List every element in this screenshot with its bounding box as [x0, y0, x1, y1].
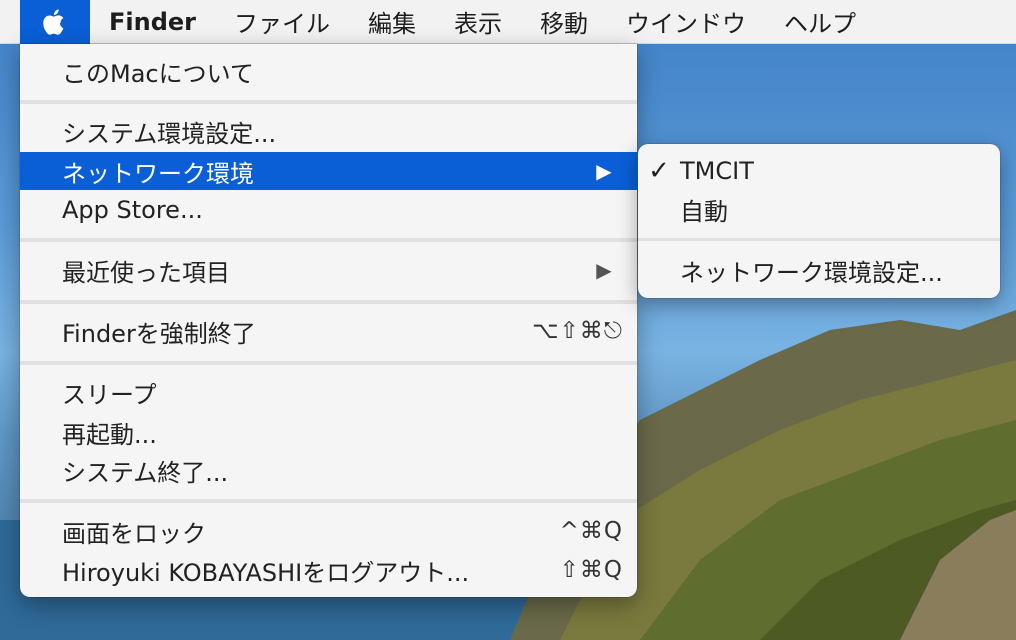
menu-go[interactable]: 移動 [521, 0, 607, 44]
menu-item-label: システム終了... [62, 458, 229, 487]
apple-icon [43, 9, 64, 35]
menu-separator [20, 499, 637, 503]
submenu-arrow-icon: ▶ [596, 258, 612, 282]
submenu-item-label: TMCIT [680, 157, 754, 185]
menu-item-log-out[interactable]: Hiroyuki KOBAYASHIをログアウト... ⇧⌘Q [20, 551, 637, 589]
menu-item-label: 画面をロック [62, 519, 206, 548]
menu-item-label: Hiroyuki KOBAYASHIをログアウト... [62, 558, 470, 587]
menu-item-about-this-mac[interactable]: このMacについて [20, 52, 637, 90]
menu-item-label: システム環境設定... [62, 119, 277, 148]
checkmark-icon: ✓ [648, 156, 670, 186]
apple-menu-dropdown: このMacについて システム環境設定... ネットワーク環境 ▶ App Sto… [20, 44, 637, 597]
menu-separator [20, 361, 637, 365]
menu-separator [20, 238, 637, 242]
menu-separator [638, 238, 1000, 241]
menu-file[interactable]: ファイル [215, 0, 349, 44]
menu-item-label: このMacについて [62, 59, 254, 88]
submenu-item-tmcit[interactable]: ✓ TMCIT [638, 152, 1000, 190]
submenu-item-label: ネットワーク環境設定... [680, 258, 943, 287]
menu-window[interactable]: ウインドウ [607, 0, 765, 44]
menu-item-label: ネットワーク環境 [62, 159, 254, 188]
menu-item-app-store[interactable]: App Store... [20, 191, 637, 229]
menu-finder[interactable]: Finder [90, 0, 215, 44]
menu-item-label: Finderを強制終了 [62, 319, 256, 348]
menu-help[interactable]: ヘルプ [765, 0, 875, 44]
keyboard-shortcut: ⌥⇧⌘⎋ [532, 318, 623, 344]
menu-separator [20, 100, 637, 104]
keyboard-shortcut: ⇧⌘Q [559, 557, 623, 583]
menu-item-restart[interactable]: 再起動... [20, 413, 637, 451]
submenu-item-label: 自動 [680, 197, 728, 226]
menu-item-label: スリープ [62, 380, 157, 409]
menu-item-label: 最近使った項目 [62, 258, 230, 287]
menu-edit[interactable]: 編集 [349, 0, 435, 44]
menu-view[interactable]: 表示 [435, 0, 521, 44]
menu-item-label: App Store... [62, 196, 203, 224]
menu-item-system-preferences[interactable]: システム環境設定... [20, 112, 637, 150]
apple-menu-button[interactable] [20, 0, 90, 44]
menu-bar: Finder ファイル 編集 表示 移動 ウインドウ ヘルプ [0, 0, 1016, 44]
location-submenu: ✓ TMCIT 自動 ネットワーク環境設定... [638, 144, 1000, 298]
keyboard-shortcut: ^⌘Q [559, 518, 623, 544]
menu-item-lock-screen[interactable]: 画面をロック ^⌘Q [20, 512, 637, 550]
menu-item-recent-items[interactable]: 最近使った項目 ▶ [20, 251, 637, 289]
menu-item-sleep[interactable]: スリープ [20, 373, 637, 411]
menu-item-shut-down[interactable]: システム終了... [20, 451, 637, 489]
submenu-arrow-icon: ▶ [596, 159, 612, 183]
submenu-item-edit-locations[interactable]: ネットワーク環境設定... [638, 251, 1000, 289]
menu-separator [20, 300, 637, 304]
menu-item-label: 再起動... [62, 420, 157, 449]
submenu-item-automatic[interactable]: 自動 [638, 190, 1000, 228]
menu-item-location[interactable]: ネットワーク環境 ▶ [20, 152, 637, 190]
menu-item-force-quit[interactable]: Finderを強制終了 ⌥⇧⌘⎋ [20, 312, 637, 350]
